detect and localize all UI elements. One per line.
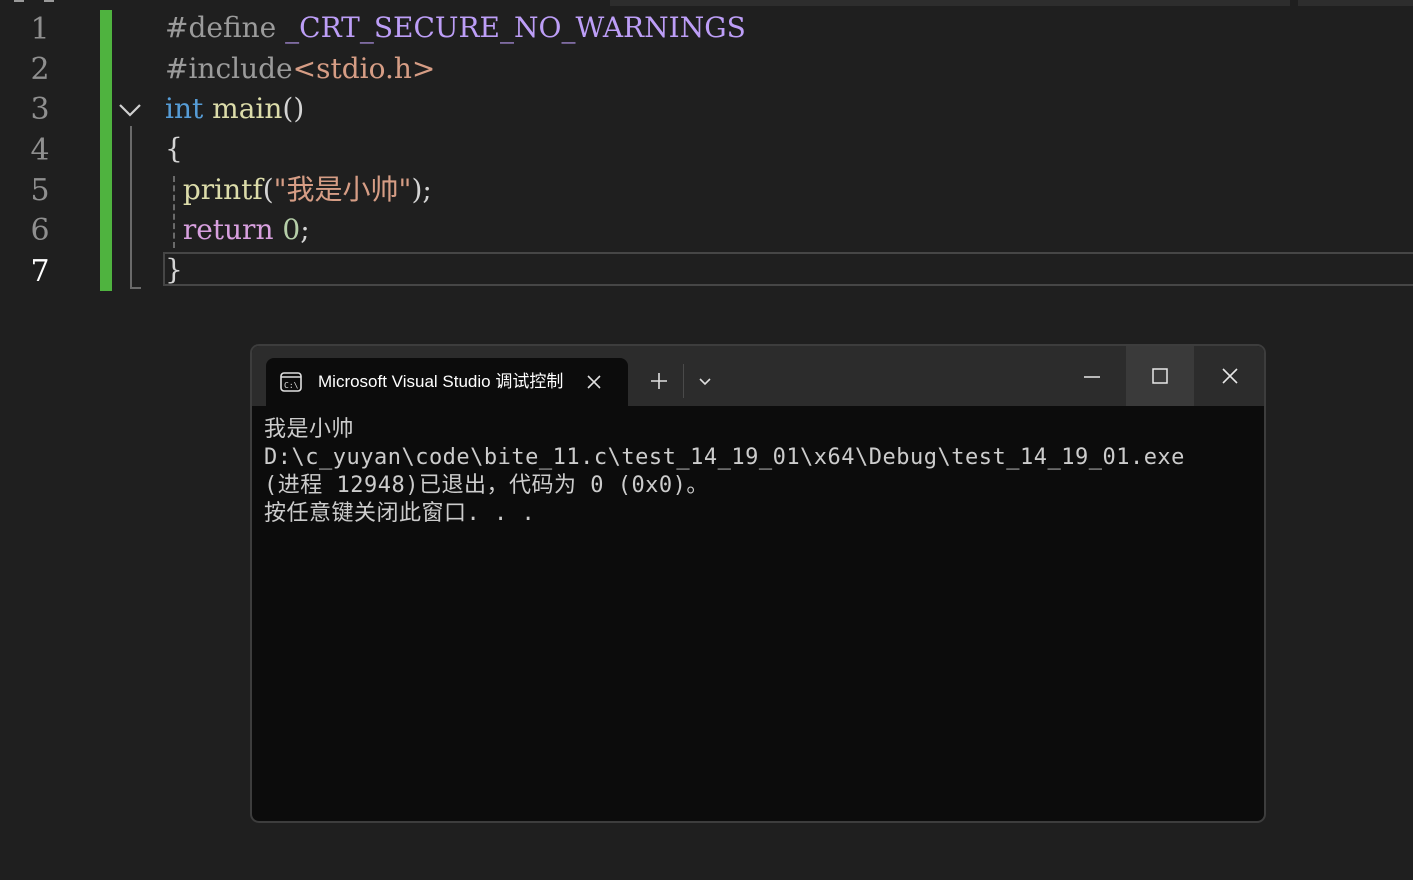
parentheses: () (282, 92, 305, 125)
include-header: <stdio.h> (292, 52, 436, 85)
chevron-down-icon[interactable] (696, 372, 714, 390)
code-line-6: return 0; (165, 210, 310, 250)
code-line-2: #include<stdio.h> (165, 49, 435, 89)
tab-separator (683, 364, 684, 398)
fold-guide-end (130, 287, 141, 289)
console-output-line: 我是小帅 (264, 417, 355, 442)
terminal-icon: C:\ (280, 372, 302, 392)
macro-name: _CRT_SECURE_NO_WARNINGS (285, 11, 746, 44)
line-number-current: 7 (30, 254, 50, 289)
minimize-icon (1084, 376, 1100, 378)
string-literal: "我是小帅" (273, 173, 412, 206)
console-tab[interactable]: C:\ Microsoft Visual Studio 调试控制台 (266, 358, 628, 406)
console-output-line: (进程 12948)已退出，代码为 0 (0x0)。 (264, 473, 709, 498)
close-window-button[interactable] (1196, 346, 1264, 406)
toolbar-segment (1298, 0, 1413, 6)
console-tab-title: Microsoft Visual Studio 调试控制台 (318, 372, 564, 391)
fold-guide-line (130, 126, 132, 289)
debug-console-window[interactable]: C:\ Microsoft Visual Studio 调试控制台 我是小帅 D… (250, 344, 1266, 823)
type-keyword: int (165, 92, 204, 125)
console-titlebar[interactable]: C:\ Microsoft Visual Studio 调试控制台 (252, 346, 1264, 406)
toolbar-segment (610, 0, 1290, 6)
code-line-1: #define _CRT_SECURE_NO_WARNINGS (165, 8, 746, 48)
top-toolbar-strip (0, 0, 1413, 8)
minimize-button[interactable] (1058, 346, 1126, 406)
console-output[interactable]: 我是小帅 D:\c_yuyan\code\bite_11.c\test_14_1… (264, 416, 1244, 528)
maximize-icon (1152, 368, 1168, 384)
current-line-highlight (163, 252, 1413, 286)
console-output-line: D:\c_yuyan\code\bite_11.c\test_14_19_01\… (264, 445, 1185, 470)
console-output-line: 按任意键关闭此窗口. . . (264, 501, 536, 526)
code-editor[interactable]: 1 2 3 4 5 6 7 #define _CRT_SECURE_NO_WAR… (0, 8, 1413, 298)
maximize-button[interactable] (1126, 346, 1194, 406)
line-number: 3 (30, 92, 50, 127)
line-number: 6 (30, 213, 50, 248)
close-icon (1222, 368, 1238, 384)
preprocessor-directive: #define (165, 11, 277, 44)
code-line-4: { (165, 129, 183, 169)
toolbar-fragment (14, 0, 24, 2)
svg-text:C:\: C:\ (284, 381, 299, 390)
close-tab-icon[interactable] (584, 372, 604, 392)
close-brace: } (165, 253, 183, 286)
return-value: 0 (282, 213, 301, 246)
function-name: main (212, 92, 283, 125)
code-line-7: } (165, 250, 183, 290)
preprocessor-directive: #include (165, 52, 293, 85)
line-number: 4 (30, 133, 50, 168)
open-paren: ( (262, 173, 274, 206)
return-keyword: return (182, 213, 274, 246)
open-brace: { (165, 132, 183, 165)
code-line-5: printf("我是小帅"); (165, 170, 432, 210)
change-indicator-bar (100, 10, 112, 291)
line-number: 1 (30, 12, 50, 47)
code-line-3: int main() (165, 89, 304, 129)
line-number: 5 (30, 173, 50, 208)
line-number: 2 (30, 52, 50, 87)
toolbar-fragment (44, 0, 54, 2)
chevron-down-icon[interactable] (118, 100, 142, 120)
function-call: printf (182, 173, 263, 206)
close-paren: ); (411, 173, 432, 206)
semicolon: ; (300, 213, 310, 246)
new-tab-plus-icon[interactable] (648, 370, 670, 392)
